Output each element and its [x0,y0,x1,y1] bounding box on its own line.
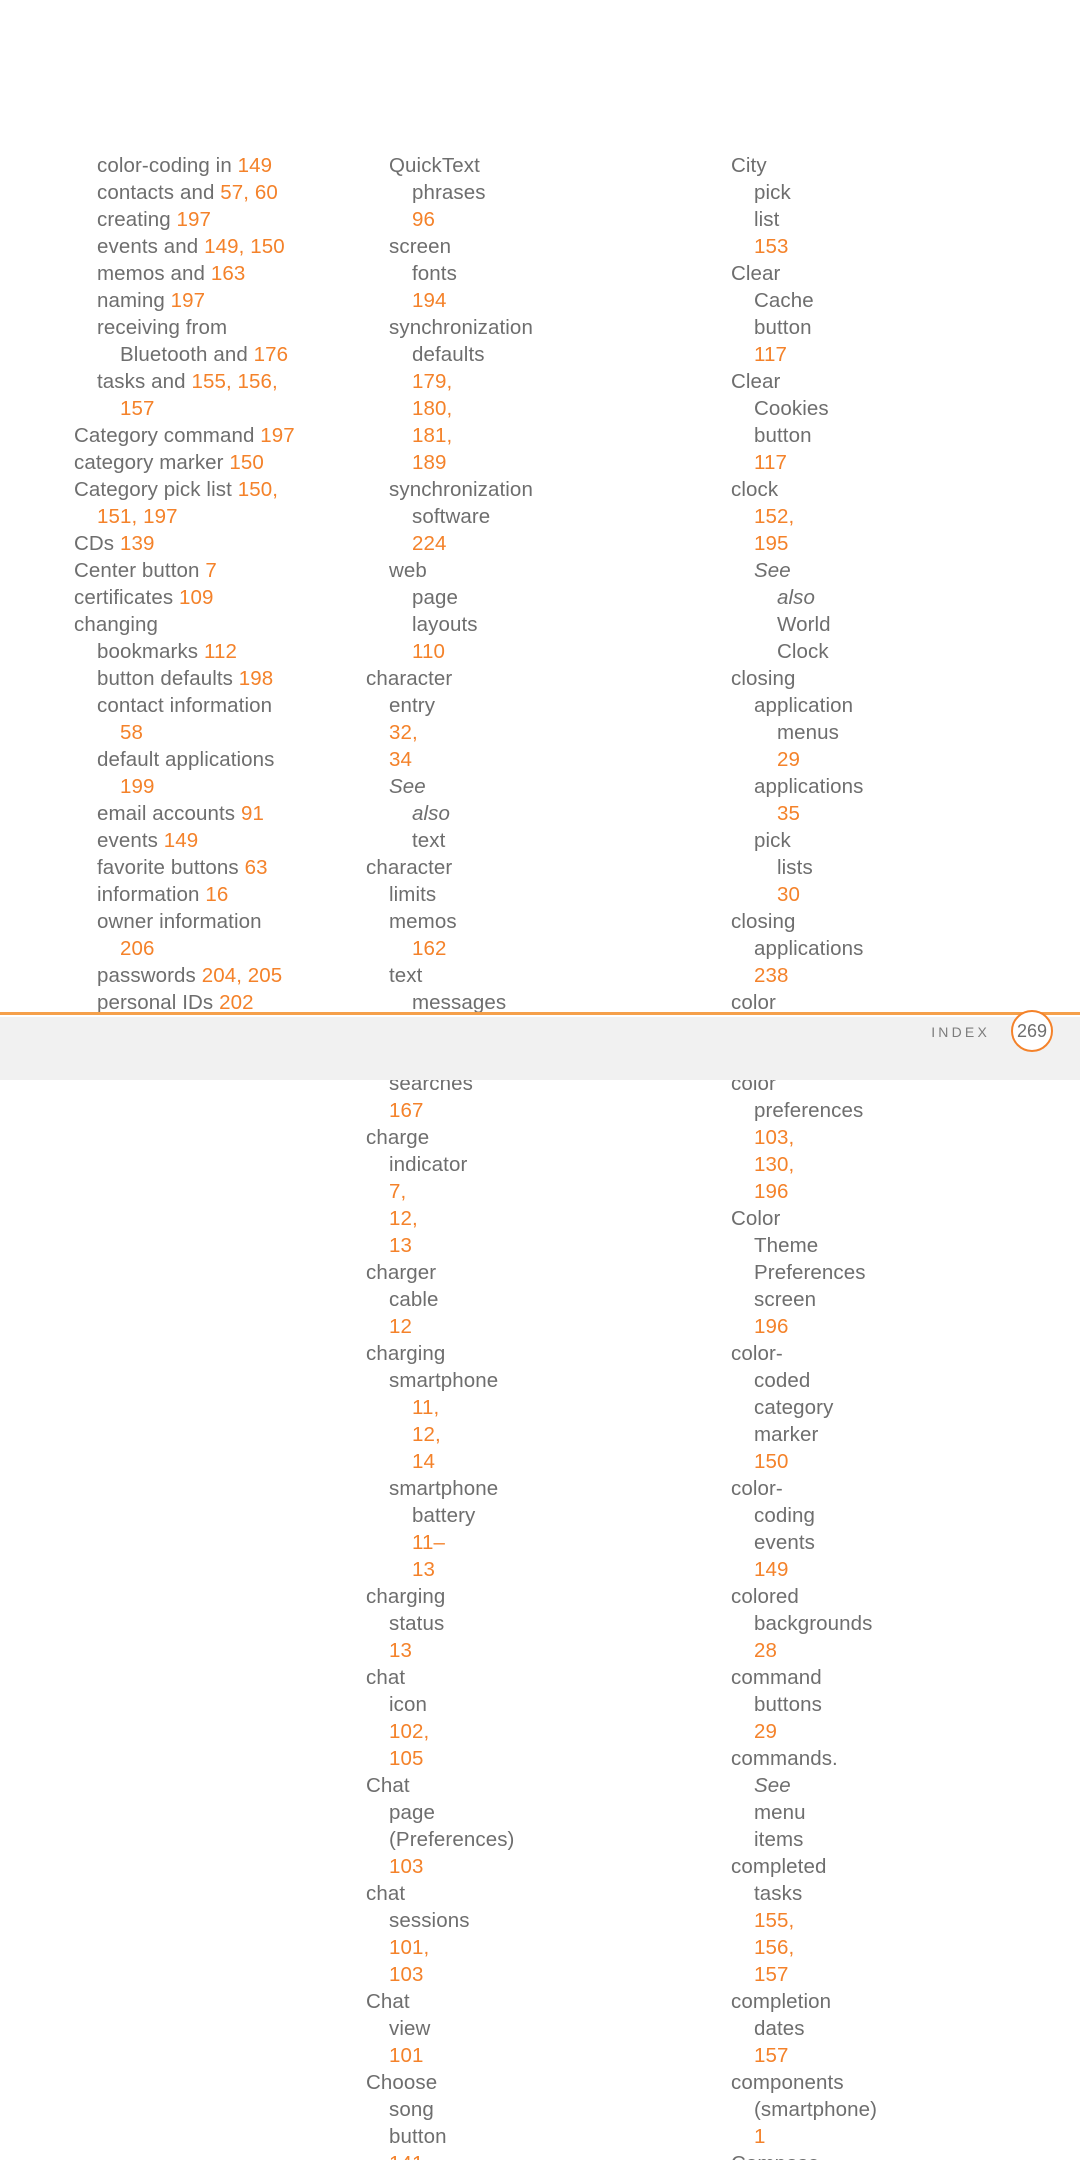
entry-term: closing applications [731,910,864,960]
entry-term: color-coded category marker [731,1342,834,1446]
entry-term: completed tasks [731,1855,827,1905]
index-entry: Clear Cookies button 117 [731,368,829,476]
index-entry: Compose dialog box 95, 96, 97 [731,2150,819,2160]
entry-term: Compose dialog box [731,2152,819,2160]
index-entry: City pick list 153 [731,152,791,260]
page-reference: 153 [754,235,789,258]
index-entry: closing [731,665,795,692]
entry-term: menu items [754,1801,806,1851]
index-entry: pick lists 30 [754,827,813,908]
index-entry: completion dates 157 [731,1988,831,2069]
page-reference: 117 [754,343,787,366]
page-reference: 103, 130, 196 [754,1126,795,1203]
entry-term: clock [731,478,779,501]
entry-term: pick lists [754,829,813,879]
entry-term: World Clock [777,613,831,663]
entry-term: color-coding events [731,1477,816,1554]
index-entry: Clear Cache button 117 [731,260,814,368]
index-entry: color preferences 103, 130, 196 [731,1070,863,1205]
entry-term: Clear Cache button [731,262,814,339]
index-entry: colored backgrounds 28 [731,1583,872,1664]
page-reference: 157 [754,2044,789,2067]
entry-term: colored backgrounds [731,1585,873,1635]
page-reference: 149 [754,1558,789,1581]
entry-term: closing [731,667,796,690]
index-entry: applications 35 [754,773,863,827]
footer-band [0,1017,1080,1080]
index-entry: commands. See menu items [731,1745,838,1853]
page-reference: 150 [754,1450,789,1473]
page-reference: 196 [754,1315,789,1338]
page-reference: 30 [777,883,801,906]
entry-term: completion dates [731,1990,832,2040]
entry-term: commands. [731,1747,838,1770]
index-entry: color-coding events 149 [731,1475,815,1583]
index-entry: closing applications 238 [731,908,863,989]
footer-rule [0,1012,1080,1015]
index-column-3: City pick list 153 Clear Cache button 117… [66,152,877,2160]
page-footer: INDEX [0,1012,1080,1080]
entry-term: command buttons [731,1666,822,1716]
index-entry: completed tasks 155, 156, 157 [731,1853,826,1988]
page-reference: 29 [754,1720,778,1743]
index-entry: application menus 29 [754,692,853,773]
index-entry: clock 152, 195 [731,476,794,557]
index-page: color-coding in 149 contacts and 57, 60 cr… [0,0,1080,2160]
page-reference: 155, 156, 157 [754,1909,795,1986]
page-number-badge: 269 [1011,1010,1053,1052]
footer-section-label: INDEX [931,1024,990,1040]
see-also-label: See also [754,559,816,609]
page-reference: 35 [777,802,801,825]
entry-term: components (smartphone) [731,2071,878,2121]
page-reference: 152, 195 [754,505,795,555]
page-number-text: 269 [1016,1020,1048,1041]
index-entry: command buttons 29 [731,1664,822,1745]
index-entry: See also World Clock [754,557,831,665]
page-reference: 28 [754,1639,778,1662]
page-reference: 238 [754,964,789,987]
index-entry: color-coded category marker 150 [731,1340,833,1475]
page-reference: 117 [754,451,787,474]
see-also-label: See [754,1774,791,1797]
page-reference: 1 [754,2125,766,2148]
entry-term: City pick list [731,154,791,231]
entry-term: Clear Cookies button [731,370,829,447]
entry-term: Color Theme Preferences screen [731,1207,866,1311]
page-reference: 29 [777,748,801,771]
index-entry: components (smartphone) 1 [731,2069,877,2150]
entry-term: application menus [754,694,854,744]
entry-term: applications [754,775,864,798]
index-columns: color-coding in 149 contacts and 57, 60 cr… [0,152,1080,2160]
index-entry: Color Theme Preferences screen 196 [731,1205,866,1340]
